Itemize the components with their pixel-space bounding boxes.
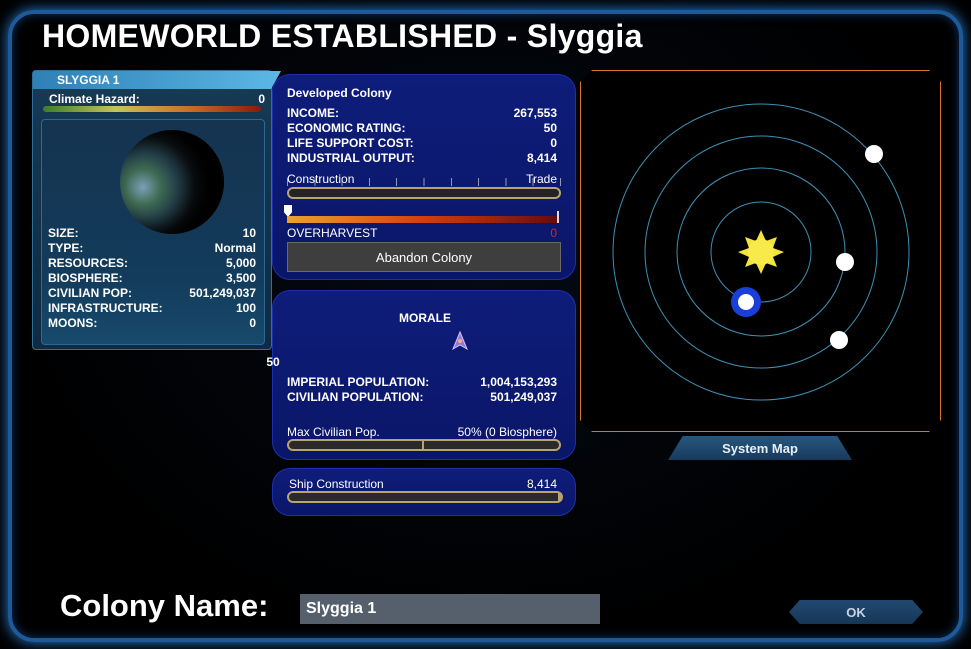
stat-row-resources: RESOURCES: 5,000 xyxy=(48,256,256,270)
stat-row-economic-rating: ECONOMIC RATING: 50 xyxy=(287,121,557,135)
planet-stats: SIZE: 10 TYPE: Normal RESOURCES: 5,000 BIOS… xyxy=(48,226,256,331)
population-stats: IMPERIAL POPULATION: 1,004,153,293 CIVILI… xyxy=(287,375,557,405)
stat-row-moons: MOONS: 0 xyxy=(48,316,256,330)
colony-name-input[interactable] xyxy=(300,594,600,624)
ship-construction-bar-fill xyxy=(558,493,561,501)
sun-icon xyxy=(738,230,784,274)
colony-stats: INCOME: 267,553 ECONOMIC RATING: 50 LIFE S… xyxy=(287,106,557,166)
abandon-colony-button[interactable]: Abandon Colony xyxy=(287,242,561,272)
ship-emblem-icon xyxy=(451,331,469,351)
planet-info-panel: SIZE: 10 TYPE: Normal RESOURCES: 5,000 BIOS… xyxy=(41,119,265,345)
game-window: HOMEWORLD ESTABLISHED - Slyggia SLYGGIA … xyxy=(0,0,971,649)
stat-row-civilian-pop: CIVILIAN POP: 501,249,037 xyxy=(48,286,256,300)
max-civilian-labels: Max Civilian Pop. 50% (0 Biosphere) xyxy=(287,425,557,439)
colony-panel: Developed Colony INCOME: 267,553 ECONOMIC… xyxy=(272,74,576,280)
ship-construction-value: 8,414 xyxy=(526,477,557,491)
planet-globe-icon xyxy=(120,130,224,234)
construction-trade-slider[interactable] xyxy=(287,187,561,199)
colony-status-title: Developed Colony xyxy=(287,86,392,100)
planet-marker[interactable] xyxy=(830,331,848,349)
morale-title: MORALE xyxy=(399,311,451,325)
max-civilian-label: Max Civilian Pop. xyxy=(287,425,380,439)
planet-card: SLYGGIA 1 Climate Hazard: 0 SIZE: 10 TYPE… xyxy=(32,70,281,350)
morale-panel: MORALE 50 IMPERIAL POPULATION: 1,004,153,… xyxy=(266,290,576,460)
planet-marker[interactable] xyxy=(836,253,854,271)
planet-name: SLYGGIA 1 xyxy=(57,73,120,87)
stat-row-life-support: LIFE SUPPORT COST: 0 xyxy=(287,136,557,150)
system-map[interactable] xyxy=(580,70,941,432)
construction-trade-ticks xyxy=(287,178,561,186)
max-civilian-bar xyxy=(287,439,561,451)
stat-row-imperial-pop: IMPERIAL POPULATION: 1,004,153,293 xyxy=(287,375,557,389)
stat-row-infrastructure: INFRASTRUCTURE: 100 xyxy=(48,301,256,315)
system-map-canvas xyxy=(581,71,942,433)
homeworld-planet[interactable] xyxy=(731,287,761,317)
overharvest-value: 0 xyxy=(550,226,557,240)
overharvest-label: OVERHARVEST xyxy=(287,226,378,240)
ship-construction-label: Ship Construction xyxy=(289,477,384,491)
page-title: HOMEWORLD ESTABLISHED - Slyggia xyxy=(42,18,643,54)
ok-button[interactable]: OK xyxy=(789,600,923,624)
climate-hazard-value: 0 xyxy=(258,92,265,106)
overharvest-slider[interactable] xyxy=(287,216,557,223)
climate-hazard-label: Climate Hazard: xyxy=(49,92,140,106)
ship-construction-panel: Ship Construction 8,414 xyxy=(272,468,576,516)
ship-construction-labels: Ship Construction 8,414 xyxy=(289,477,557,491)
planet-marker[interactable] xyxy=(865,145,883,163)
climate-hazard-bar xyxy=(43,106,261,112)
overharvest-slider-end xyxy=(557,211,559,223)
max-civilian-bar-fill xyxy=(289,441,424,449)
stat-row-civilian-population: CIVILIAN POPULATION: 501,249,037 xyxy=(287,390,557,404)
colony-name-label: Colony Name: xyxy=(60,588,269,623)
ship-construction-bar xyxy=(287,491,563,503)
stat-row-type: TYPE: Normal xyxy=(48,241,256,255)
stat-row-size: SIZE: 10 xyxy=(48,226,256,240)
max-civilian-value: 50% (0 Biosphere) xyxy=(457,425,557,439)
system-map-button[interactable]: System Map xyxy=(668,436,852,460)
stat-row-biosphere: BIOSPHERE: 3,500 xyxy=(48,271,256,285)
stat-row-income: INCOME: 267,553 xyxy=(287,106,557,120)
stat-row-industrial-output: INDUSTRIAL OUTPUT: 8,414 xyxy=(287,151,557,165)
